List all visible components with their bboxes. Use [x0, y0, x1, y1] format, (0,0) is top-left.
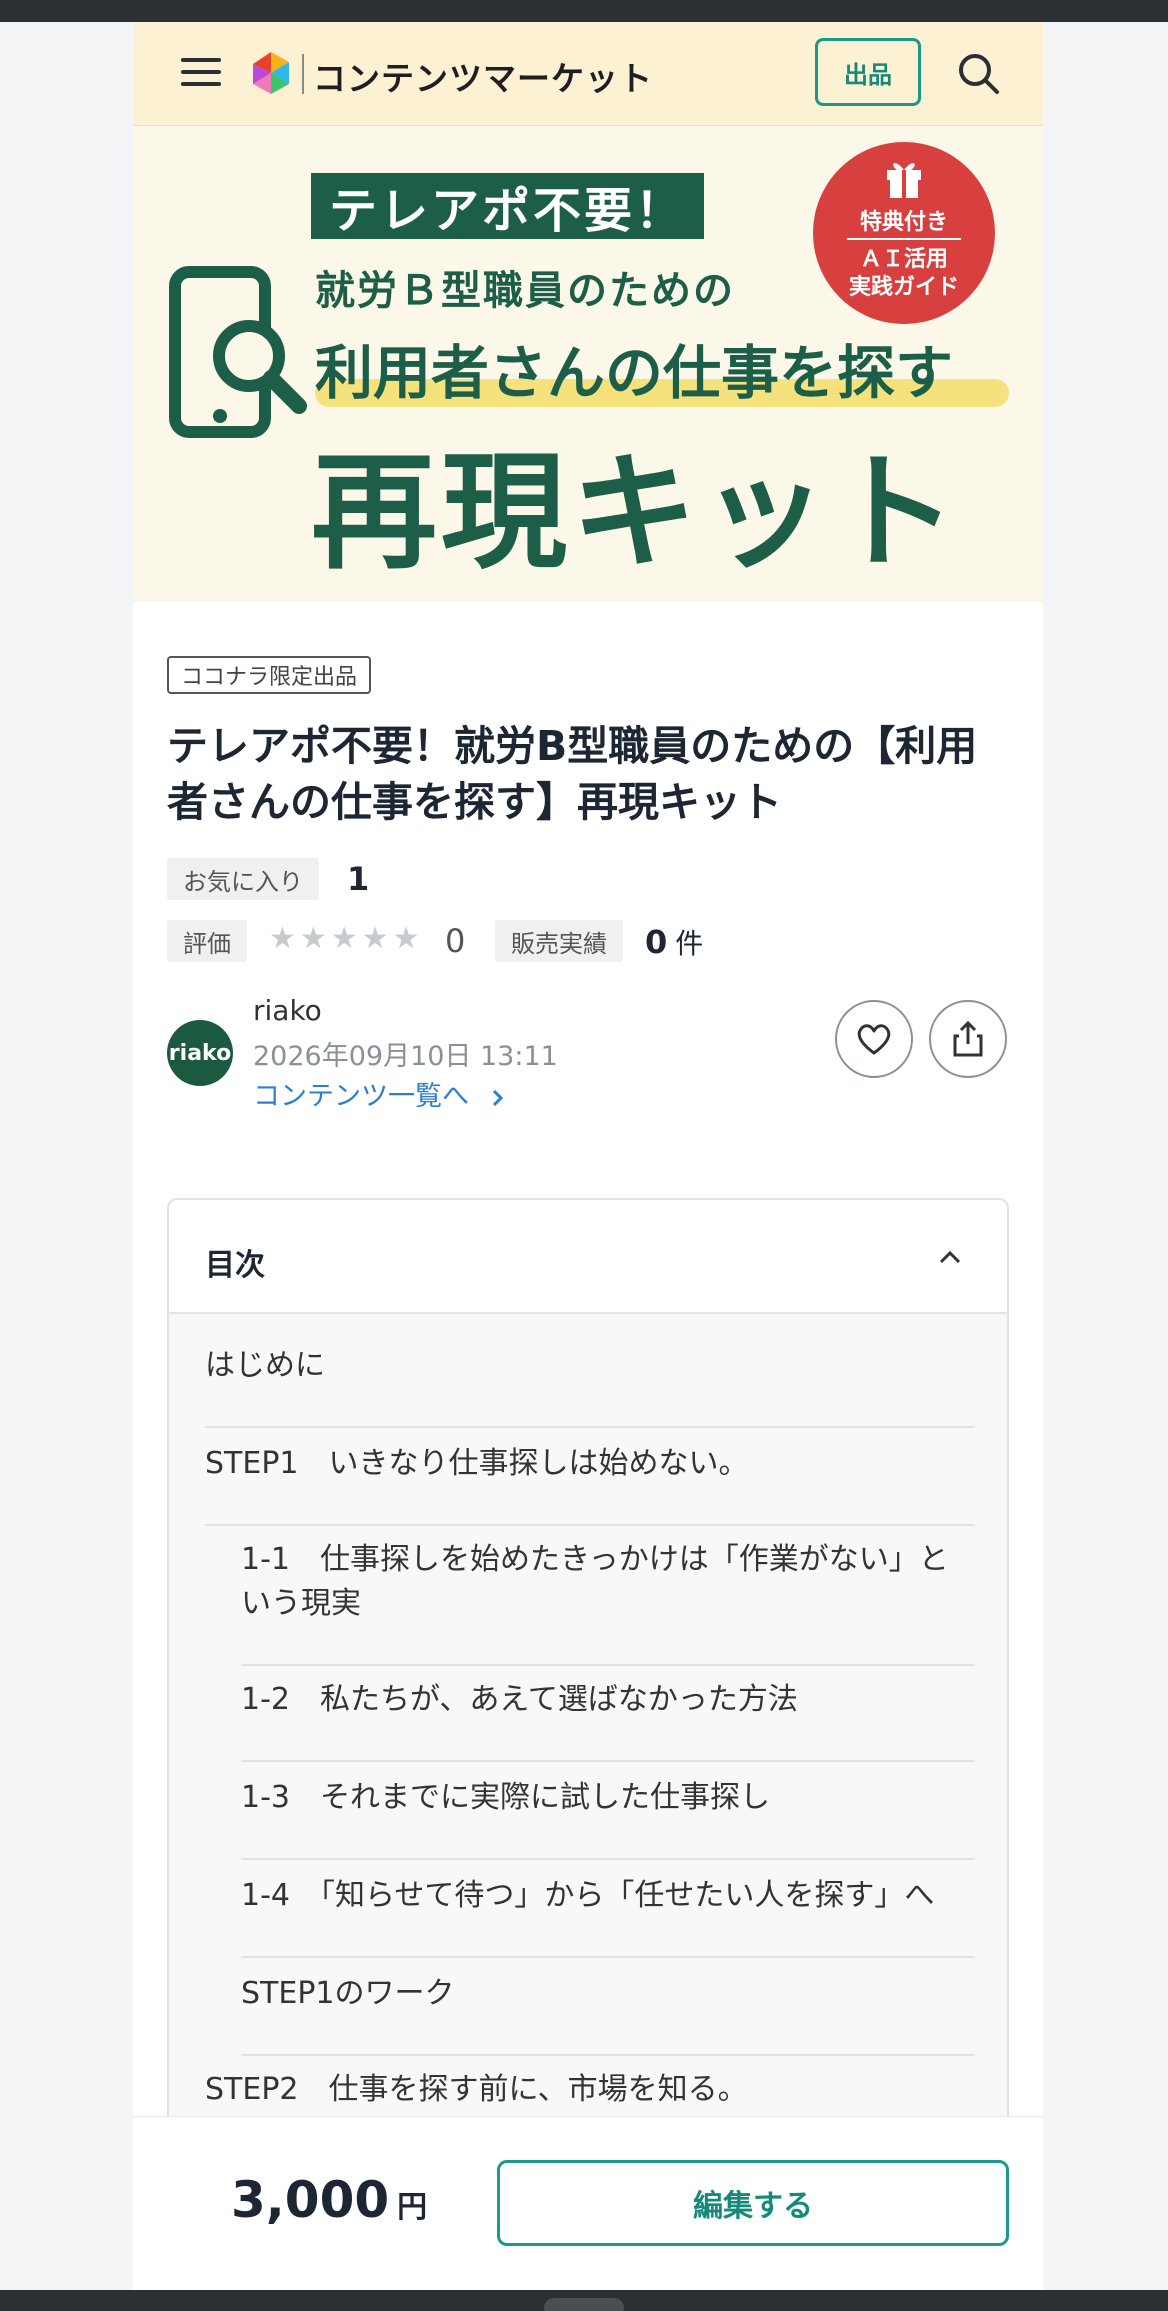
sales-unit: 件: [675, 927, 704, 960]
toc-item[interactable]: STEP2 仕事を探す前に、市場を知る。: [205, 2068, 748, 2112]
avatar[interactable]: riako: [167, 1020, 233, 1086]
table-of-contents: 目次 はじめに STEP1 いきなり仕事探しは始めない。 1-1 仕事探しを始め…: [167, 1198, 1009, 2116]
purchase-footer: 3,000 円 編集する: [133, 2116, 1043, 2290]
content-list-link[interactable]: コンテンツ一覧へ: [253, 1074, 508, 1113]
toc-divider: [241, 1858, 975, 1860]
bonus-badge: 特典付き ＡＩ活用 実践ガイド: [813, 142, 995, 324]
edit-button[interactable]: 編集する: [497, 2160, 1009, 2246]
menu-icon[interactable]: [181, 58, 221, 88]
price-unit: 円: [397, 2190, 428, 2225]
seller-name[interactable]: riako: [253, 994, 322, 1027]
gift-icon: [887, 163, 921, 198]
limited-tag: ココナラ限定出品: [167, 656, 372, 694]
status-bar: [0, 0, 1168, 22]
toc-divider: [205, 1524, 975, 1526]
site-header: コンテンツマーケット 出品: [133, 22, 1043, 126]
price-value: 3,000: [231, 2171, 390, 2229]
toc-item[interactable]: 1-1 仕事探しを始めたきっかけは「作業がない」という現実: [241, 1538, 975, 1626]
banner-big-line: 再現キット: [311, 439, 961, 586]
bonus-line-2: 実践ガイド: [848, 275, 959, 300]
share-icon: [953, 1020, 983, 1057]
sales-count: 0件: [645, 922, 703, 962]
toc-divider: [241, 1956, 975, 1958]
toc-divider: [241, 1664, 975, 1666]
banner-subline: 就労Ｂ型職員のための: [315, 268, 735, 314]
search-icon[interactable]: [951, 46, 1007, 102]
rating-label: 評価: [167, 920, 247, 962]
price: 3,000 円: [231, 2171, 427, 2229]
toc-header[interactable]: 目次: [169, 1200, 1007, 1314]
toc-item[interactable]: STEP1のワーク: [241, 1972, 455, 2016]
banner-headline: テレアポ不要！: [311, 173, 705, 239]
rating-stars: ★★★★★: [269, 921, 424, 956]
home-indicator[interactable]: [544, 2298, 624, 2311]
toc-item[interactable]: はじめに: [205, 1344, 325, 1388]
logo-text[interactable]: コンテンツマーケット: [313, 52, 653, 100]
system-nav-bar: [0, 2290, 1168, 2311]
product-content: ココナラ限定出品 テレアポ不要！就労B型職員のための【利用者さんの仕事を探す】再…: [133, 602, 1043, 2116]
favorite-button[interactable]: [835, 1000, 913, 1078]
content-list-link-label: コンテンツ一覧へ: [253, 1081, 469, 1112]
sales-count-value: 0: [645, 923, 668, 961]
favorite-count: 1: [347, 860, 370, 898]
page-margin-left: [0, 22, 133, 2290]
logo-divider: [302, 54, 304, 94]
share-button[interactable]: [929, 1000, 1007, 1078]
toc-title: 目次: [205, 1248, 265, 1283]
toc-divider: [205, 1426, 975, 1428]
sales-label: 販売実績: [495, 920, 623, 962]
rating-value: 0: [445, 922, 466, 960]
toc-item[interactable]: 1-2 私たちが、あえて選ばなかった方法: [241, 1678, 798, 1722]
toc-item[interactable]: 1-3 それまでに実際に試した仕事探し: [241, 1776, 770, 1820]
banner-main-line: 利用者さんの仕事を探す: [315, 339, 954, 407]
logo-icon[interactable]: [245, 48, 297, 98]
seller-date: 2026年09月10日 13:11: [253, 1041, 558, 1072]
bonus-line-1: ＡＩ活用: [859, 247, 948, 272]
chevron-up-icon[interactable]: [937, 1244, 963, 1270]
bonus-label: 特典付き: [859, 210, 948, 235]
product-banner: テレアポ不要！ 就労Ｂ型職員のための 利用者さんの仕事を探す 再現キット 特典付…: [133, 126, 1043, 602]
toc-divider: [241, 2054, 975, 2056]
page-margin-right: [1043, 22, 1168, 2290]
phone-search-icon: [169, 266, 307, 438]
favorite-label: お気に入り: [167, 858, 319, 900]
toc-item[interactable]: 1-4 「知らせて待つ」から「任せたい人を探す」へ: [241, 1874, 934, 1918]
chevron-right-icon: [492, 1089, 503, 1106]
toc-item[interactable]: STEP1 いきなり仕事探しは始めない。: [205, 1442, 749, 1486]
bonus-description: ＡＩ活用 実践ガイド: [813, 246, 995, 302]
toc-divider: [241, 1760, 975, 1762]
sell-button[interactable]: 出品: [815, 38, 921, 106]
bonus-divider: [847, 238, 961, 240]
page-title: テレアポ不要！就労B型職員のための【利用者さんの仕事を探す】再現キット: [167, 722, 978, 826]
heart-icon: [857, 1024, 891, 1055]
